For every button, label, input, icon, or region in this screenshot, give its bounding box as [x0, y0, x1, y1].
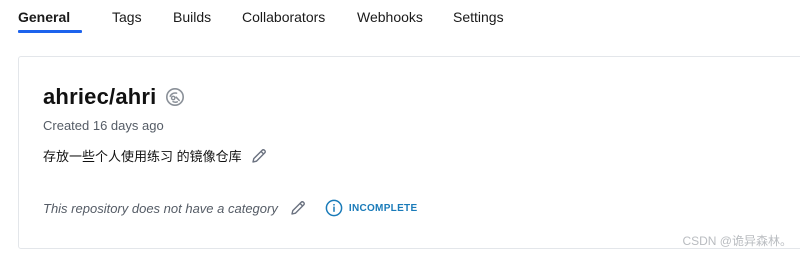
repo-tabs: General Tags Builds Collaborators Webhoo… [18, 0, 535, 34]
tab-webhooks[interactable]: Webhooks [357, 0, 423, 34]
repo-name: ahriec/ahri [43, 84, 157, 109]
created-date: Created 16 days ago [43, 118, 164, 133]
category-text: This repository does not have a category [43, 200, 278, 216]
repo-description: 存放一些个人使用练习 的镜像仓库 [43, 149, 242, 164]
watermark: CSDN @诡异森林。 [682, 234, 792, 248]
tab-settings[interactable]: Settings [453, 0, 505, 34]
tab-tags[interactable]: Tags [112, 0, 143, 34]
tab-builds[interactable]: Builds [173, 0, 212, 34]
repo-title-row: ahriec/ahri [43, 84, 185, 110]
incomplete-status[interactable]: INCOMPLETE [325, 199, 418, 217]
description-row: 存放一些个人使用练习 的镜像仓库 [43, 146, 268, 165]
repo-general-card: ahriec/ahri Created 16 days ago 存放一些个人使用… [18, 56, 800, 249]
tab-collaborators[interactable]: Collaborators [242, 0, 327, 34]
info-icon [325, 199, 343, 217]
category-row: This repository does not have a category… [43, 199, 417, 217]
private-repo-icon [165, 87, 185, 107]
status-label: INCOMPLETE [348, 202, 418, 214]
edit-description-icon[interactable] [250, 147, 268, 165]
edit-category-icon[interactable] [289, 199, 307, 217]
tab-general[interactable]: General [18, 0, 82, 34]
